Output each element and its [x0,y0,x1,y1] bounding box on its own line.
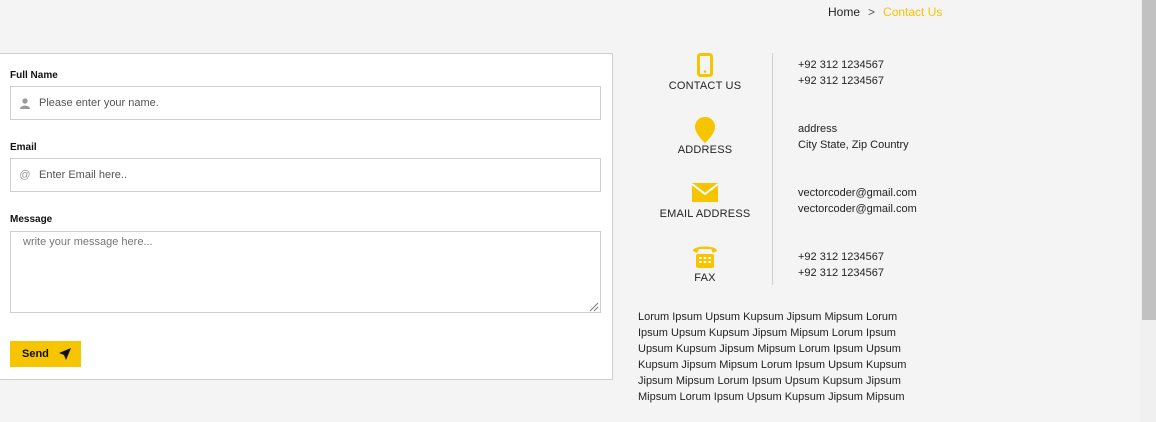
info-value-email-1: vectorcoder@gmail.com [798,187,917,199]
breadcrumb-current: Contact Us [883,5,943,19]
at-icon: @ [19,169,31,181]
info-value-phone-2: +92 312 1234567 [798,75,884,87]
full-name-label: Full Name [10,70,58,81]
send-button[interactable]: Send [10,341,81,367]
breadcrumb: Home > Contact Us [828,5,942,19]
info-title-fax: FAX [694,272,716,284]
email-input[interactable] [39,169,600,181]
info-title-contact-us: CONTACT US [668,80,742,92]
full-name-input[interactable] [39,97,600,109]
email-label: Email [10,142,37,153]
user-icon [11,97,39,109]
scrollbar-thumb[interactable] [1142,0,1156,320]
email-field[interactable]: @ [10,158,601,192]
map-pin-icon [693,117,717,143]
info-value-address-1: address [798,123,838,135]
full-name-field[interactable] [10,86,601,120]
mobile-phone-icon [695,53,715,77]
info-title-address: ADDRESS [677,144,733,156]
info-value-phone-1: +92 312 1234567 [798,59,884,71]
breadcrumb-home-link[interactable]: Home [828,5,860,19]
message-label: Message [10,214,53,225]
send-button-label: Send [22,348,49,360]
contact-form: Full Name Email @ Message Send [0,53,613,380]
about-text: Lorum Ipsum Upsum Kupsum Jipsum Mipsum L… [638,311,907,403]
paper-plane-icon [59,348,71,360]
fax-phone-icon [692,243,718,269]
message-textarea[interactable] [10,231,601,313]
info-value-fax-2: +92 312 1234567 [798,267,884,279]
resize-grip-icon[interactable] [589,302,599,312]
info-value-fax-1: +92 312 1234567 [798,251,884,263]
info-value-email-2: vectorcoder@gmail.com [798,203,917,215]
breadcrumb-separator: > [868,5,876,19]
info-title-email-address: EMAIL ADDRESS [659,208,751,220]
info-value-address-2: City State, Zip Country [798,139,909,151]
envelope-icon [692,183,718,202]
